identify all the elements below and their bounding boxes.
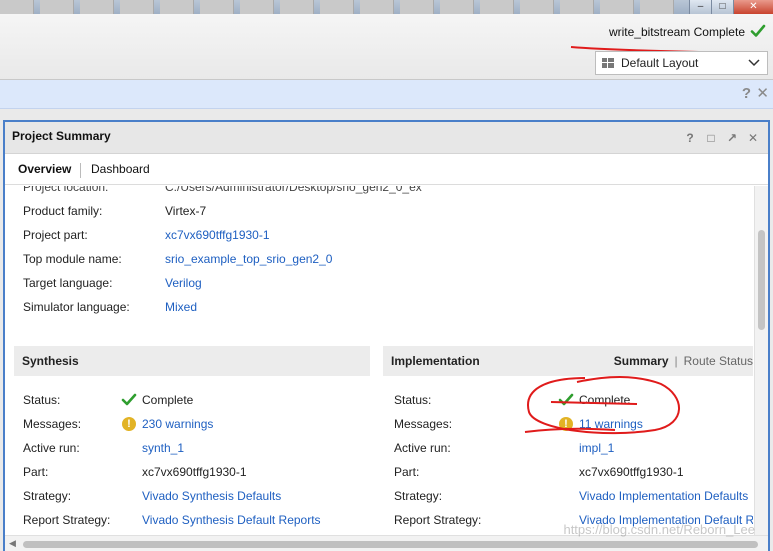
impl-active-run-link[interactable]: impl_1 — [579, 441, 614, 455]
vertical-scroll-thumb[interactable] — [758, 230, 765, 330]
layout-select-value: Default Layout — [621, 56, 699, 70]
product-family-value: Virtex-7 — [165, 204, 207, 218]
project-location-value: C:/Users/Administrator/Desktop/srio_gen2… — [165, 186, 422, 194]
check-icon — [558, 393, 574, 406]
panel-header: Project Summary ? □ ↗ ✕ — [5, 122, 768, 154]
panel-title: Project Summary — [12, 129, 111, 143]
horizontal-scrollbar[interactable]: ◀ — [5, 535, 768, 551]
check-icon — [750, 24, 766, 37]
tab-overview[interactable]: Overview — [18, 162, 71, 176]
layout-select[interactable]: Default Layout — [595, 51, 768, 75]
panel-tabs: Overview Dashboard — [5, 155, 768, 185]
top-module-label: Top module name: — [23, 252, 122, 266]
horizontal-scroll-thumb[interactable] — [23, 541, 758, 548]
annotation-circle — [524, 376, 680, 435]
implementation-title: Implementation — [391, 354, 480, 368]
implementation-tabs: Summary | Route Status — [614, 354, 753, 368]
synth-active-run-link[interactable]: synth_1 — [142, 441, 184, 455]
check-icon — [121, 393, 137, 406]
panel-close-icon[interactable]: ✕ — [746, 131, 760, 145]
panel-controls: ? □ ↗ ✕ — [683, 131, 760, 145]
project-part-link[interactable]: xc7vx690tffg1930-1 — [165, 228, 270, 242]
synth-messages-label: Messages: — [23, 417, 82, 431]
toolbar-icon[interactable] — [480, 0, 514, 14]
close-window-button[interactable]: ✕ — [733, 0, 773, 14]
impl-part-label: Part: — [394, 465, 420, 479]
impl-strategy-link[interactable]: Vivado Implementation Defaults — [579, 489, 748, 503]
synth-active-run-label: Active run: — [23, 441, 80, 455]
maximize-button[interactable]: □ — [711, 0, 733, 14]
impl-status-value: Complete — [579, 393, 631, 407]
toolbar-icon[interactable] — [240, 0, 274, 14]
synth-report-strategy-label: Report Strategy: — [23, 513, 111, 527]
simulator-language-label: Simulator language: — [23, 300, 130, 314]
toolbar-icon[interactable] — [280, 0, 314, 14]
impl-active-run-label: Active run: — [394, 441, 451, 455]
vertical-scrollbar[interactable] — [754, 186, 768, 536]
synth-strategy-link[interactable]: Vivado Synthesis Defaults — [142, 489, 281, 503]
main-toolbar: write_bitstream Complete Default Layout — [0, 14, 773, 80]
toolbar-icon[interactable] — [400, 0, 434, 14]
synth-strategy-label: Strategy: — [23, 489, 72, 503]
tab-dashboard[interactable]: Dashboard — [91, 162, 150, 176]
panel-float-icon[interactable]: ↗ — [725, 131, 739, 145]
window-controls: – □ ✕ — [689, 0, 773, 14]
synthesis-section-header: Synthesis — [14, 346, 370, 376]
toolbar-icon[interactable] — [160, 0, 194, 14]
window-title-bar: – □ ✕ — [0, 0, 773, 14]
synth-part-value: xc7vx690tffg1930-1 — [142, 465, 247, 479]
target-language-link[interactable]: Verilog — [165, 276, 202, 290]
impl-strategy-label: Strategy: — [394, 489, 443, 503]
synth-report-strategy-link[interactable]: Vivado Synthesis Default Reports — [142, 513, 321, 527]
tab-summary[interactable]: Summary — [614, 354, 669, 368]
top-module-link[interactable]: srio_example_top_srio_gen2_0 — [165, 252, 332, 266]
simulator-language-link[interactable]: Mixed — [165, 300, 197, 314]
toolbar-icon[interactable] — [40, 0, 74, 14]
project-summary-panel: Project Summary ? □ ↗ ✕ Overview Dashboa… — [3, 120, 770, 551]
toolbar-icon[interactable] — [80, 0, 114, 14]
synthesis-title: Synthesis — [22, 354, 79, 368]
scroll-left-icon[interactable]: ◀ — [9, 538, 16, 549]
toolbar-icon[interactable] — [360, 0, 394, 14]
impl-status-label: Status: — [394, 393, 432, 407]
tab-route-status[interactable]: Route Status — [684, 354, 753, 368]
synth-status-label: Status: — [23, 393, 61, 407]
help-icon[interactable]: ? — [742, 85, 751, 102]
impl-messages-label: Messages: — [394, 417, 453, 431]
toolbar-icon[interactable] — [640, 0, 674, 14]
toolbar-icon[interactable] — [560, 0, 594, 14]
synth-status-value: Complete — [142, 393, 194, 407]
impl-part-value: xc7vx690tffg1930-1 — [579, 465, 684, 479]
minimize-button[interactable]: – — [689, 0, 711, 14]
toolbar-icon[interactable] — [320, 0, 354, 14]
warning-icon: ! — [559, 417, 573, 431]
panel-help-icon[interactable]: ? — [683, 131, 697, 145]
close-icon[interactable]: ✕ — [756, 84, 769, 102]
target-language-label: Target language: — [23, 276, 113, 290]
toolbar-icon[interactable] — [600, 0, 634, 14]
impl-warnings-link[interactable]: 11 warnings — [579, 417, 643, 431]
implementation-section-header: Implementation Summary | Route Status — [383, 346, 753, 376]
toolbar-icon[interactable] — [520, 0, 554, 14]
panel-maximize-icon[interactable]: □ — [704, 131, 718, 145]
layout-grid-icon — [602, 58, 614, 68]
product-family-label: Product family: — [23, 204, 103, 218]
toolbar-icon[interactable] — [0, 0, 34, 14]
impl-report-strategy-label: Report Strategy: — [394, 513, 482, 527]
chevron-down-icon — [748, 59, 760, 67]
toolbar-icon[interactable] — [200, 0, 234, 14]
toolbar-icon[interactable] — [440, 0, 474, 14]
project-location-label: Project location: — [23, 186, 109, 194]
info-bar: ? ✕ — [0, 80, 773, 109]
run-status-text: write_bitstream Complete — [608, 25, 745, 39]
toolbar-icon[interactable] — [120, 0, 154, 14]
watermark: https://blog.csdn.net/Reborn_Lee — [563, 522, 755, 537]
project-part-label: Project part: — [23, 228, 88, 242]
synth-warnings-link[interactable]: 230 warnings — [142, 417, 213, 431]
tab-separator: | — [674, 354, 678, 368]
tab-separator — [80, 163, 81, 178]
overview-content: Project location: C:/Users/Administrator… — [5, 186, 753, 536]
synth-part-label: Part: — [23, 465, 49, 479]
warning-icon: ! — [122, 417, 136, 431]
